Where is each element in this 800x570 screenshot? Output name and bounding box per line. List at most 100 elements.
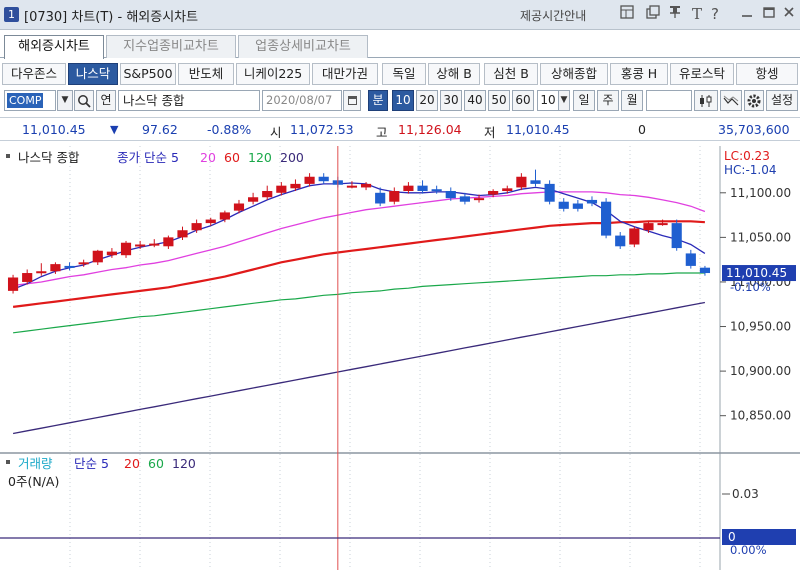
candle-body [106, 251, 117, 256]
market-button-germany[interactable]: 독일 [382, 63, 426, 85]
service-time-link[interactable]: 제공시간안내 [520, 7, 586, 24]
candle-body [346, 185, 358, 188]
symbol-code-input[interactable]: COMP [4, 90, 56, 111]
line-indicator-icon[interactable] [720, 90, 742, 111]
candle-body [191, 223, 202, 231]
minute-10-button[interactable]: 10 [392, 90, 414, 111]
minute-50-button[interactable]: 50 [488, 90, 510, 111]
candle-body [135, 244, 146, 247]
candle-body [615, 235, 626, 247]
main-tab-bar: 해외증시차트 지수업종비교차트 업종상세비교차트 [0, 32, 800, 59]
minute-30-button[interactable]: 30 [440, 90, 462, 111]
link-button[interactable]: 연 [96, 90, 116, 111]
legend-ma5: 종가 단순 5 [117, 150, 179, 165]
gear-icon[interactable] [744, 90, 764, 111]
pin-icon[interactable] [666, 5, 684, 23]
candle-body [586, 199, 598, 204]
volume-legend-title: 거래량 [18, 456, 53, 471]
period-week-button[interactable]: 주 [597, 90, 619, 111]
candle-body [417, 185, 428, 192]
period-count-input[interactable] [646, 90, 692, 111]
date-input[interactable]: 2020/08/07 [262, 90, 342, 111]
market-button-shanghai-b[interactable]: 상해 B [428, 63, 480, 85]
candle-body [276, 185, 287, 193]
symbol-code-value: COMP [7, 93, 44, 108]
legend-marker-icon [6, 154, 10, 158]
candle-body [290, 183, 301, 189]
quote-summary-row: 11,010.45 ▼ 97.62 -0.88% 시 11,072.53 고 1… [0, 117, 800, 141]
minute-value-select[interactable]: 10 [537, 90, 559, 111]
candle-body [64, 265, 75, 268]
candle-body [375, 192, 386, 204]
maximize-icon[interactable] [760, 5, 778, 23]
minute-60-button[interactable]: 60 [512, 90, 534, 111]
tab-index-compare-chart[interactable]: 지수업종비교차트 [106, 35, 236, 58]
candle-body [445, 191, 456, 199]
market-button-shanghai-composite[interactable]: 상해종합 [540, 63, 608, 85]
market-button-dow[interactable]: 다우존스 [2, 63, 66, 85]
candle-body [7, 277, 19, 291]
legend-ma120: 120 [248, 150, 272, 165]
minute-dropdown-chevron-down-icon[interactable]: ▼ [558, 90, 570, 111]
candle-body [248, 197, 259, 202]
candle-body [177, 230, 188, 238]
volume-axis-tick: 0.03 [732, 487, 759, 501]
layout-icon[interactable] [618, 5, 636, 23]
quote-middle-value: 0 [638, 122, 646, 137]
period-month-button[interactable]: 월 [621, 90, 643, 111]
chart-svg[interactable]: 10,850.0010,900.0010,950.0011,000.0011,0… [0, 146, 800, 570]
price-tick-label: 11,100.00 [730, 186, 791, 200]
minute-20-button[interactable]: 20 [416, 90, 438, 111]
chart-toolbar: COMP ▼ 연 나스닥 종합 2020/08/07 분 10 20 30 40… [0, 88, 800, 113]
legend-title: 나스닥 종합 [18, 150, 80, 165]
candle-body [219, 212, 230, 220]
down-triangle-icon: ▼ [110, 123, 119, 136]
market-button-shenzhen-b[interactable]: 심천 B [484, 63, 538, 85]
candle-body [233, 203, 245, 211]
current-price-value: 11,010.45 [22, 122, 86, 137]
market-button-eurostoxx[interactable]: 유로스탁 [670, 63, 734, 85]
minute-40-button[interactable]: 40 [464, 90, 486, 111]
font-icon[interactable]: T [688, 5, 706, 23]
candle-body [92, 250, 103, 263]
close-icon[interactable] [780, 5, 798, 23]
candle-body [120, 242, 132, 256]
volume-legend-ma5: 단순 5 [74, 456, 109, 471]
candle-body [685, 253, 696, 266]
tab-overseas-chart[interactable]: 해외증시차트 [4, 35, 104, 59]
market-button-semiconductor[interactable]: 반도체 [178, 63, 234, 85]
candle-body [205, 219, 216, 224]
open-price-value: 11,072.53 [290, 122, 354, 137]
calendar-icon[interactable] [343, 90, 361, 111]
candle-body [516, 176, 527, 188]
window-number-badge: 1 [4, 7, 19, 22]
candle-body [699, 267, 711, 274]
tab-sector-detail-chart[interactable]: 업종상세비교차트 [238, 35, 368, 58]
period-unit-minute-button[interactable]: 분 [368, 90, 388, 111]
market-button-hangseng[interactable]: 항셍 [736, 63, 798, 85]
market-button-hongkong-h[interactable]: 홍콩 H [610, 63, 668, 85]
candle-body [22, 273, 33, 282]
market-button-nikkei[interactable]: 니케이225 [236, 63, 310, 85]
settings-button[interactable]: 설정 [766, 90, 798, 111]
minimize-icon[interactable] [738, 5, 756, 23]
candle-type-icon[interactable] [694, 90, 718, 111]
high-label: 고 [376, 125, 388, 140]
candle-body [262, 191, 273, 198]
volume-legend-ma60: 60 [148, 456, 164, 471]
candle-body [36, 271, 47, 274]
copy-icon[interactable] [644, 5, 662, 23]
market-button-sp500[interactable]: S&P500 [120, 63, 176, 85]
price-change-value: 97.62 [142, 122, 178, 137]
candle-body [473, 198, 485, 201]
market-button-row: 다우존스 나스닥 S&P500 반도체 니케이225 대만가권 독일 상해 B … [0, 62, 800, 86]
period-day-button[interactable]: 일 [573, 90, 595, 111]
chart-area[interactable]: 10,850.00 10,900.00 10,950.00 11,000.00 11,0… [0, 146, 800, 570]
help-icon[interactable]: ? [706, 5, 724, 23]
open-label: 시 [270, 125, 282, 140]
code-dropdown-chevron-down-icon[interactable]: ▼ [57, 90, 73, 111]
candle-body [643, 223, 654, 231]
market-button-taiwan[interactable]: 대만가권 [312, 63, 378, 85]
search-icon[interactable] [74, 90, 94, 111]
market-button-nasdaq[interactable]: 나스닥 [68, 63, 118, 85]
